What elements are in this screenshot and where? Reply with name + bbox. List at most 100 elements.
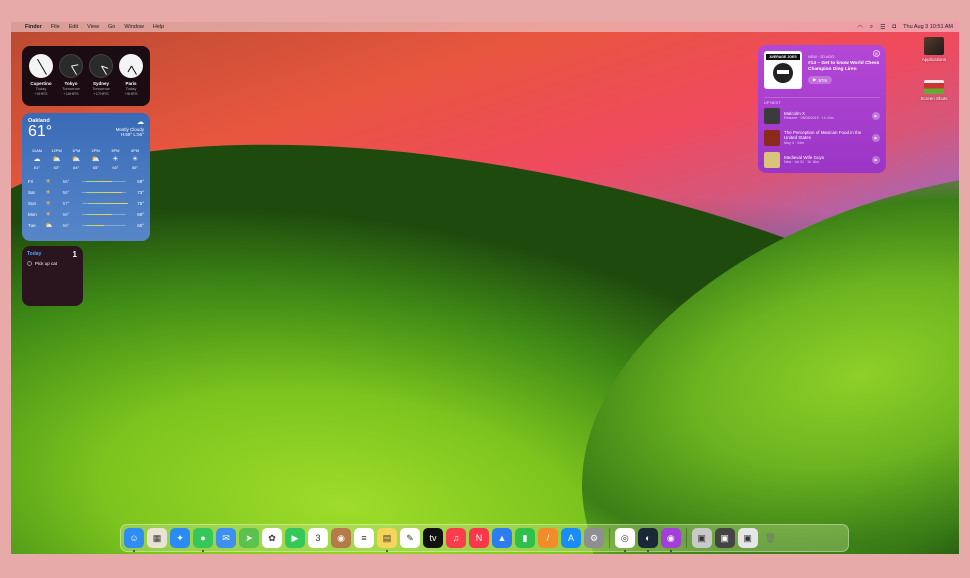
keynote-icon[interactable]: ▲ bbox=[492, 528, 512, 548]
menu-help[interactable]: Help bbox=[153, 24, 164, 30]
clock-sydney: Sydney Tomorrow +17HRS bbox=[86, 54, 116, 106]
menu-app-name[interactable]: Finder bbox=[25, 24, 42, 30]
photos-icon[interactable]: ✿ bbox=[262, 528, 282, 548]
settings-icon[interactable]: ⚙ bbox=[584, 528, 604, 548]
sun-icon: ☀ bbox=[112, 156, 119, 163]
steam-icon[interactable]: ◐ bbox=[637, 528, 658, 552]
safari-icon[interactable]: ✦ bbox=[170, 528, 190, 548]
appstore-icon[interactable]: A bbox=[561, 528, 581, 548]
sun-icon: ☀ bbox=[45, 201, 51, 207]
mail-icon[interactable]: ✉ bbox=[216, 528, 236, 548]
checkbox-icon[interactable] bbox=[27, 261, 32, 266]
daily-forecast: Fri ☀ 56° 69° Sat ☀ 56° 73° Sun ☀ 57° 75° M… bbox=[28, 176, 144, 231]
clock-paris: Paris Today +9HRS bbox=[116, 54, 146, 106]
facetime-icon[interactable]: ▶ bbox=[285, 528, 305, 548]
running-indicator bbox=[386, 550, 388, 552]
weather-condition-block: Mostly Cloudy H:69° L:56° bbox=[116, 127, 144, 137]
user-icon[interactable]: ◘ bbox=[893, 24, 897, 30]
reminders-count: 1 bbox=[72, 250, 77, 259]
menu-file[interactable]: File bbox=[51, 24, 60, 30]
clock-offset: +17HRS bbox=[93, 91, 109, 96]
launchpad-icon[interactable]: ▦ bbox=[147, 528, 167, 548]
messages-icon[interactable]: ● bbox=[193, 528, 213, 552]
play-icon[interactable]: ▶ bbox=[872, 134, 880, 142]
dock-separator bbox=[609, 528, 610, 548]
reminder-item[interactable]: Pick up cat bbox=[27, 261, 78, 266]
weather-widget[interactable]: Oakland 61° ☁ Mostly Cloudy H:69° L:56° … bbox=[22, 113, 150, 241]
menu-edit[interactable]: Edit bbox=[69, 24, 78, 30]
downloads-stack-icon[interactable]: ▣ bbox=[691, 528, 712, 548]
reminders-icon[interactable]: ≡ bbox=[354, 528, 374, 548]
hour-item: 11AM ☁ 61° bbox=[28, 148, 46, 170]
spotlight-icon[interactable]: ⌕ bbox=[870, 24, 873, 31]
documents-stack-icon[interactable]: ▣ bbox=[737, 528, 758, 548]
status-area: ◠ ⌕ ☰ ◘ Thu Aug 3 10:51 AM bbox=[858, 24, 953, 31]
sun-icon: ☀ bbox=[131, 156, 139, 163]
episode-duration: 57m bbox=[818, 77, 828, 83]
play-icon: ▶ bbox=[813, 77, 817, 82]
clock-face-icon bbox=[119, 54, 143, 78]
cloud-icon: ☁ bbox=[33, 156, 41, 163]
freeform-icon[interactable]: ✎ bbox=[400, 528, 420, 548]
contacts-icon[interactable]: ◉ bbox=[331, 528, 351, 548]
artwork-face-icon bbox=[773, 63, 793, 83]
desktop: Finder File Edit View Go Window Help ◠ ⌕… bbox=[11, 22, 959, 554]
clock-offset: +9HRS bbox=[124, 91, 138, 96]
dock-separator bbox=[685, 528, 687, 548]
hourly-forecast: 11AM ☁ 61° 12PM ⛅ 63° 1PM ⛅ 64° 2PM ⛅ 65° 3PM ☀ 65… bbox=[28, 148, 144, 170]
menu-window[interactable]: Window bbox=[124, 24, 144, 30]
sun-icon: ☀ bbox=[45, 212, 51, 218]
episode-row[interactable]: Malcolm X Resume · 08/06/2019 · 1h 44m ▶ bbox=[764, 105, 880, 127]
numbers-icon[interactable]: ▮ bbox=[515, 528, 535, 548]
trash-icon[interactable]: 🗑 bbox=[761, 528, 781, 548]
clock-face-icon bbox=[89, 54, 113, 78]
menu-go[interactable]: Go bbox=[108, 24, 115, 30]
menu-bar: Finder File Edit View Go Window Help ◠ ⌕… bbox=[11, 22, 959, 32]
notes-icon[interactable]: ▤ bbox=[377, 528, 397, 552]
podcasts-icon[interactable]: ◉ bbox=[660, 528, 681, 552]
partly-cloudy-icon: ⛅ bbox=[45, 223, 53, 229]
play-icon[interactable]: ▶ bbox=[872, 112, 880, 120]
menu-clock[interactable]: Thu Aug 3 10:51 AM bbox=[903, 24, 953, 30]
episode-new-label: NEW · 2D AGO bbox=[808, 55, 835, 59]
sun-icon: ☀ bbox=[45, 190, 51, 196]
music-icon[interactable]: ♫ bbox=[446, 528, 466, 548]
screenshots-stack-icon[interactable]: ▣ bbox=[714, 528, 735, 548]
wifi-icon[interactable]: ◠ bbox=[858, 24, 863, 31]
desktop-icon-applications[interactable]: Applications bbox=[914, 37, 954, 62]
calendar-icon[interactable]: 3 bbox=[308, 528, 328, 548]
podcasts-widget[interactable]: ◎ AVERAGE JOES NEW · 2D AGO #14 – Get to… bbox=[758, 45, 886, 173]
episode-thumb bbox=[764, 130, 780, 146]
control-center-icon[interactable]: ☰ bbox=[880, 24, 885, 31]
menu-view[interactable]: View bbox=[87, 24, 99, 30]
desktop-icon-screenshots[interactable]: Screen Shots bbox=[914, 80, 954, 101]
clock-tokyo: Tokyo Tomorrow +16HRS bbox=[56, 54, 86, 106]
podcasts-app-icon: ◎ bbox=[873, 50, 880, 57]
news-icon[interactable]: N bbox=[469, 528, 489, 548]
day-row: Sat ☀ 56° 73° bbox=[28, 190, 144, 196]
hour-item: 12PM ⛅ 63° bbox=[48, 148, 66, 170]
chrome-icon[interactable]: ◎ bbox=[614, 528, 635, 552]
now-playing[interactable]: AVERAGE JOES NEW · 2D AGO #14 – Get to k… bbox=[764, 51, 880, 93]
sun-icon: ☀ bbox=[45, 179, 51, 185]
folder-icon bbox=[924, 37, 944, 55]
maps-icon[interactable]: ➤ bbox=[239, 528, 259, 548]
screenshot-icon bbox=[924, 80, 944, 94]
hour-item: 4PM ☀ 65° bbox=[126, 148, 144, 170]
appletv-icon[interactable]: tv bbox=[423, 528, 443, 548]
day-row: Sun ☀ 57° 75° bbox=[28, 201, 144, 207]
partly-cloudy-icon: ⛅ bbox=[71, 156, 81, 163]
pages-icon[interactable]: / bbox=[538, 528, 558, 548]
play-button[interactable]: ▶ 57m bbox=[808, 76, 833, 84]
episode-row[interactable]: Medieval Wife Guys New · Jul 31 · 1h 16m … bbox=[764, 149, 880, 171]
episode-row[interactable]: The Perception of Mexican Food in the Un… bbox=[764, 127, 880, 149]
hour-item: 3PM ☀ 65° bbox=[106, 148, 124, 170]
running-indicator bbox=[669, 550, 672, 552]
clock-offset: +16HRS bbox=[63, 91, 79, 96]
reminders-widget[interactable]: Today 1 Pick up cat bbox=[22, 246, 83, 306]
artwork-label: AVERAGE JOES bbox=[766, 54, 800, 60]
play-icon[interactable]: ▶ bbox=[872, 156, 880, 164]
world-clock-widget[interactable]: Cupertino Today +0HRS Tokyo Tomorrow +16… bbox=[22, 46, 150, 106]
clock-offset: +0HRS bbox=[34, 91, 48, 96]
finder-icon[interactable]: ☺ bbox=[124, 528, 144, 552]
